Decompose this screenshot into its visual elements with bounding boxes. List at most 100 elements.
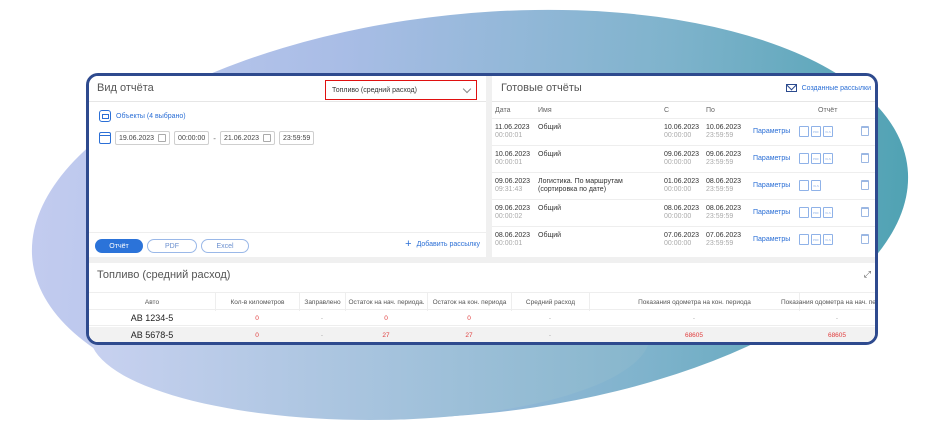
params-link[interactable]: Параметры bbox=[753, 128, 790, 135]
file-pdf-icon[interactable]: PDF bbox=[811, 126, 821, 137]
range-dash: - bbox=[213, 133, 216, 143]
report-from-date: 09.06.2023 bbox=[664, 151, 700, 158]
excel-button[interactable]: Excel bbox=[201, 239, 249, 253]
objects-link[interactable]: Объекты (4 выбрано) bbox=[116, 113, 186, 120]
report-name: Логистика. По маршрутам (сортировка по д… bbox=[538, 178, 623, 193]
calendar-picker-icon[interactable] bbox=[158, 134, 167, 142]
mail-icon bbox=[785, 84, 797, 92]
file-xls-icon[interactable]: XLS bbox=[823, 234, 833, 245]
result-cell: 27 bbox=[382, 331, 390, 339]
report-type-select[interactable]: Топливо (средний расход) bbox=[325, 80, 477, 100]
date-to-field[interactable]: 21.06.2023 bbox=[219, 131, 276, 145]
trash-icon[interactable] bbox=[861, 126, 869, 136]
report-actions: Отчёт PDF Excel + Добавить рассылку bbox=[89, 232, 486, 257]
document-icon[interactable] bbox=[799, 234, 809, 245]
report-to-time: 23:59:59 bbox=[706, 213, 734, 220]
ready-reports-panel: Готовые отчёты Созданные рассылки Дата И… bbox=[492, 76, 875, 257]
result-cell: - bbox=[320, 314, 324, 322]
params-link[interactable]: Параметры bbox=[753, 155, 790, 162]
file-xls-icon[interactable]: XLS bbox=[823, 207, 833, 218]
report-time-value: 00:00:01 bbox=[495, 240, 523, 247]
report-files: XLS bbox=[799, 180, 821, 191]
calendar-icon bbox=[99, 132, 111, 144]
ready-report-row: 09.06.2023 09:31:43 Логистика. По маршрута… bbox=[492, 172, 875, 198]
expand-icon[interactable]: ⤢ bbox=[864, 269, 871, 280]
vehicle-plate: АВ 5678-5 bbox=[130, 330, 174, 340]
result-column-header[interactable]: Средний расход bbox=[511, 293, 589, 311]
report-to-time: 23:59:59 bbox=[706, 132, 734, 139]
trash-icon[interactable] bbox=[861, 234, 869, 244]
file-pdf-icon[interactable]: PDF bbox=[811, 207, 821, 218]
report-to-date: 10.06.2023 bbox=[706, 124, 742, 131]
result-cell: 0 bbox=[255, 331, 259, 339]
document-icon[interactable] bbox=[799, 153, 809, 164]
report-to-date: 07.06.2023 bbox=[706, 232, 742, 239]
report-to-date: 09.06.2023 bbox=[706, 151, 742, 158]
report-to-date: 08.06.2023 bbox=[706, 178, 742, 185]
time-from-value: 00:00:00 bbox=[178, 134, 206, 142]
trash-icon[interactable] bbox=[861, 153, 869, 163]
report-files: PDF XLS bbox=[799, 234, 833, 245]
fuel-report-result: Топливо (средний расход) ⤢ Авто Кол-в кил… bbox=[89, 263, 875, 342]
time-to-value: 23:59:59 bbox=[283, 134, 311, 142]
trash-icon[interactable] bbox=[861, 180, 869, 190]
file-xls-icon[interactable]: XLS bbox=[811, 180, 821, 191]
pdf-button[interactable]: PDF bbox=[147, 239, 197, 253]
date-from-value: 19.06.2023 bbox=[119, 134, 155, 142]
objects-selector[interactable]: Объекты (4 выбрано) bbox=[99, 110, 186, 122]
params-link[interactable]: Параметры bbox=[753, 236, 790, 243]
time-from-field[interactable]: 00:00:00 bbox=[174, 131, 210, 145]
trash-icon[interactable] bbox=[861, 207, 869, 217]
report-date-value: 11.06.2023 bbox=[495, 124, 530, 131]
report-from-time: 00:00:00 bbox=[664, 159, 692, 166]
params-link[interactable]: Параметры bbox=[753, 209, 790, 216]
result-column-header[interactable]: Кол-в километров bbox=[215, 293, 299, 311]
result-column-header[interactable]: Авто bbox=[89, 293, 215, 311]
add-subscription-button[interactable]: + Добавить рассылку bbox=[405, 238, 480, 250]
document-icon[interactable] bbox=[799, 207, 809, 218]
report-from: 09.06.2023 00:00:00 bbox=[664, 151, 699, 167]
report-to: 09.06.2023 23:59:59 bbox=[706, 151, 741, 167]
report-to-time: 23:59:59 bbox=[706, 159, 734, 166]
result-cell: - bbox=[548, 331, 552, 339]
time-to-field[interactable]: 23:59:59 bbox=[279, 131, 315, 145]
report-to: 07.06.2023 23:59:59 bbox=[706, 232, 741, 248]
result-column-header[interactable]: Заправлено bbox=[299, 293, 345, 311]
result-column-header[interactable]: Остаток на кон. периода bbox=[427, 293, 511, 311]
document-icon[interactable] bbox=[799, 126, 809, 137]
report-to-time: 23:59:59 bbox=[706, 186, 734, 193]
document-icon[interactable] bbox=[799, 180, 809, 191]
plus-icon: + bbox=[405, 238, 412, 250]
file-xls-icon[interactable]: XLS bbox=[823, 126, 833, 137]
report-button[interactable]: Отчёт bbox=[95, 239, 143, 253]
report-from-date: 01.06.2023 bbox=[664, 178, 700, 185]
created-subscriptions-label: Созданные рассылки bbox=[801, 84, 871, 92]
report-from-date: 08.06.2023 bbox=[664, 205, 700, 212]
result-title: Топливо (средний расход) bbox=[97, 269, 231, 281]
report-from: 08.06.2023 00:00:00 bbox=[664, 205, 699, 221]
date-from-field[interactable]: 19.06.2023 bbox=[115, 131, 171, 145]
report-time-value: 00:00:01 bbox=[495, 159, 523, 166]
calendar-picker-icon[interactable] bbox=[263, 134, 272, 142]
result-cell: 27 bbox=[465, 331, 473, 339]
params-link[interactable]: Параметры bbox=[753, 182, 790, 189]
result-column-header[interactable]: Показания одометра на кон. периода bbox=[589, 293, 799, 311]
result-column-header[interactable]: Показания одометра на нач. периода bbox=[781, 293, 875, 311]
report-type-title: Вид отчёта bbox=[97, 82, 154, 94]
result-column-header[interactable]: Остаток на нач. периода. bbox=[345, 293, 427, 311]
result-table-row: АВ 5678-5 0 - 27 27 - 68605 68605 bbox=[89, 327, 875, 342]
file-xls-icon[interactable]: XLS bbox=[823, 153, 833, 164]
report-to: 10.06.2023 23:59:59 bbox=[706, 124, 741, 140]
date-to-value: 21.06.2023 bbox=[223, 134, 260, 142]
report-from-time: 00:00:00 bbox=[664, 213, 692, 220]
created-subscriptions-link[interactable]: Созданные рассылки bbox=[785, 84, 871, 92]
report-settings-header: Вид отчёта Топливо (средний расход) bbox=[89, 76, 486, 102]
column-to: По bbox=[706, 107, 715, 114]
column-report: Отчёт bbox=[818, 107, 838, 114]
report-time-value: 00:00:01 bbox=[495, 132, 523, 139]
file-pdf-icon[interactable]: PDF bbox=[811, 234, 821, 245]
file-pdf-icon[interactable]: PDF bbox=[811, 153, 821, 164]
report-date: 08.06.2023 00:00:01 bbox=[495, 232, 530, 248]
report-type-value: Топливо (средний расход) bbox=[332, 86, 417, 94]
add-subscription-label: Добавить рассылку bbox=[416, 240, 480, 248]
